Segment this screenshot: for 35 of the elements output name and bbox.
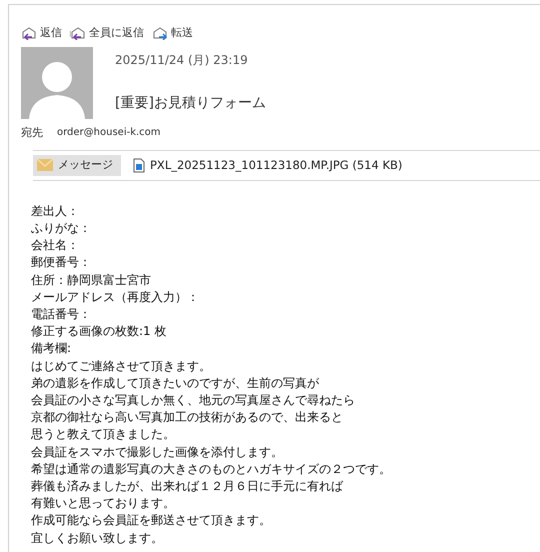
body-line: 会員証の小さな写真しか無く、地元の写真屋さんで尋ねたら [31,392,356,409]
body-line: 会員証をスマホで撮影した画像を添付します。 [31,444,284,461]
body-line: 弟の遺影を作成して頂きたいのですが、生前の写真が [31,374,320,392]
body-line: 会社名： [31,237,80,254]
sent-date: 2025/11/24 (月) 23:19 [115,52,249,69]
to-label: 宛先 [21,125,43,141]
body-line: メールアドレス（再度入力）： [31,288,200,306]
recipient-address: order@housei-k.com [57,126,161,140]
envelope-icon [70,26,86,40]
body-line: 思うと教えて頂きました。 [31,426,176,444]
body-line: ふりがな： [31,220,92,237]
avatar [21,47,93,119]
body-line: 住所：静岡県富士宮市 [31,272,152,289]
forward-button[interactable]: 転送 [152,25,193,42]
body-line: 作成可能なら会員証を郵送させて頂きます。 [31,512,272,530]
body-line: 希望は通常の遺影写真の大きさのものとハガキサイズの２つです。 [31,460,392,478]
body-line: 差出人： [31,202,80,220]
body-line: はじめてご連絡させて頂きます。 [31,358,212,375]
body-line: 葬儀も済みましたが、出来れば１２月６日に手元に有れば [31,478,344,495]
image-file-icon [133,158,145,173]
envelope-icon [37,159,53,172]
body-line: 郵便番号： [31,254,92,272]
body-line: 有難いと思っております。 [31,495,176,512]
attachment-tab[interactable]: PXL_20251123_101123180.MP.JPG (514 KB) [129,154,406,176]
message-tab[interactable]: メッセージ [33,154,121,176]
body-line: 宜しくお願い致します。 [31,530,164,547]
body-line: 備考欄: [31,340,72,358]
body-line: 修正する画像の枚数:1 枚 [31,323,168,340]
envelope-icon [21,26,37,40]
reply-button[interactable]: 返信 [21,25,62,42]
envelope-icon [152,26,168,40]
body-line: 電話番号： [31,306,92,323]
subject: [重要]お見積りフォーム [115,94,266,113]
reply-all-button[interactable]: 全員に返信 [70,25,144,42]
body-line: 京都の御社なら高い写真加工の技術があるので、出来ると [31,409,344,426]
